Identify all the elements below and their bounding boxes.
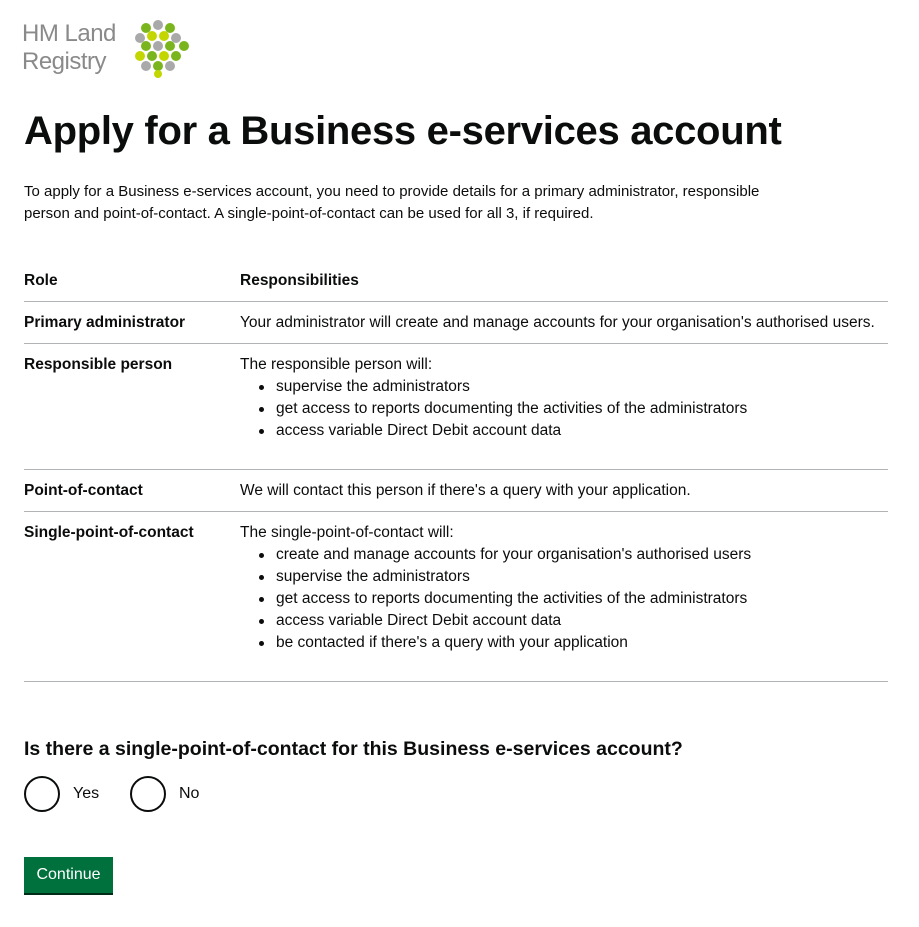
hm-land-registry-logo[interactable]: HM Land Registry	[22, 20, 197, 82]
hexagon-crest-icon	[135, 20, 189, 78]
intro-text: To apply for a Business e-services accou…	[24, 183, 760, 222]
roles-table: Role Responsibilities Primary administra…	[24, 268, 888, 682]
list-item: supervise the administrators	[254, 376, 888, 398]
responsibility-text: Your administrator will create and manag…	[240, 314, 875, 331]
continue-button[interactable]: Continue	[24, 857, 113, 893]
header-role: Role	[24, 268, 240, 302]
list-item: be contacted if there's a query with you…	[254, 632, 888, 654]
list-item: access variable Direct Debit account dat…	[254, 610, 888, 632]
page-title: Apply for a Business e-services account	[24, 109, 782, 153]
responsibility-cell: The responsible person will: supervise t…	[240, 343, 888, 470]
table-row: Primary administrator Your administrator…	[24, 301, 888, 344]
role-cell: Responsible person	[24, 343, 240, 470]
role-cell: Single-point-of-contact	[24, 511, 240, 682]
radio-no-label[interactable]: No	[179, 785, 199, 803]
role-cell: Primary administrator	[24, 301, 240, 344]
list-item: access variable Direct Debit account dat…	[254, 420, 888, 442]
radio-yes[interactable]: Yes	[24, 776, 130, 812]
list-item: get access to reports documenting the ac…	[254, 588, 888, 610]
responsibility-list: create and manage accounts for your orga…	[254, 544, 888, 654]
list-item: get access to reports documenting the ac…	[254, 398, 888, 420]
list-item: supervise the administrators	[254, 566, 888, 588]
table-row: Responsible person The responsible perso…	[24, 343, 888, 470]
single-point-of-contact-radios: Yes No	[24, 776, 199, 812]
table-row: Point-of-contact We will contact this pe…	[24, 469, 888, 512]
logo-line-1: HM Land	[22, 20, 116, 47]
radio-yes-circle[interactable]	[24, 776, 60, 812]
radio-no[interactable]: No	[130, 776, 199, 812]
radio-no-circle[interactable]	[130, 776, 166, 812]
responsibility-cell: The single-point-of-contact will: create…	[240, 511, 888, 682]
header-responsibilities: Responsibilities	[240, 268, 888, 302]
responsibility-text: The responsible person will:	[240, 356, 433, 373]
logo-wordmark: HM Land Registry	[22, 20, 116, 76]
responsibility-cell: Your administrator will create and manag…	[240, 301, 888, 344]
responsibility-cell: We will contact this person if there's a…	[240, 469, 888, 512]
logo-line-2: Registry	[22, 48, 107, 75]
radio-yes-label[interactable]: Yes	[73, 785, 99, 803]
list-item: create and manage accounts for your orga…	[254, 544, 888, 566]
table-row: Single-point-of-contact The single-point…	[24, 511, 888, 682]
responsibility-text: The single-point-of-contact will:	[240, 524, 454, 541]
responsibility-list: supervise the administrators get access …	[254, 376, 888, 442]
responsibility-text: We will contact this person if there's a…	[240, 482, 691, 499]
role-cell: Point-of-contact	[24, 469, 240, 512]
single-point-of-contact-question: Is there a single-point-of-contact for t…	[24, 738, 683, 760]
table-header-row: Role Responsibilities	[24, 268, 888, 302]
